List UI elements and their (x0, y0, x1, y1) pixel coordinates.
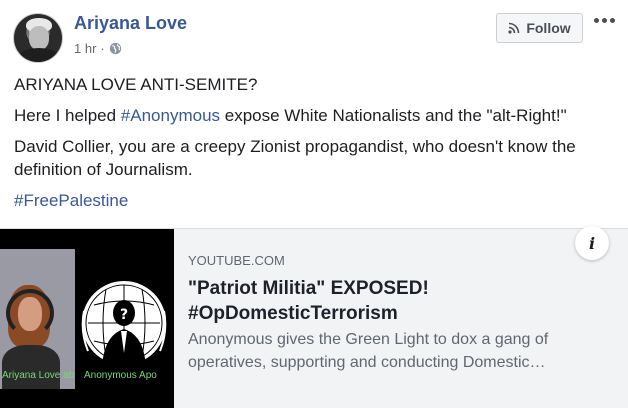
link-title[interactable]: "Patriot Militia" EXPOSED! #OpDomesticTe… (188, 276, 588, 326)
avatar-face (29, 26, 49, 50)
info-icon[interactable]: i (575, 226, 609, 260)
headset-icon (6, 289, 54, 337)
more-dot (601, 17, 607, 23)
timestamp[interactable]: 1 hr (74, 41, 96, 56)
post-line-2: Here I helped #Anonymous expose White Na… (14, 104, 614, 127)
meta-separator: · (100, 41, 105, 56)
post-line-2-before: Here I helped (14, 106, 121, 125)
follow-button[interactable]: Follow (496, 13, 583, 43)
anonymous-logo-icon: ? (81, 281, 167, 367)
rss-icon (508, 22, 520, 34)
post-line-3: David Collier, you are a creepy Zionist … (14, 137, 576, 179)
globe-icon (109, 42, 121, 55)
avatar[interactable] (13, 13, 63, 63)
post-header: Ariyana Love 1 hr · Follow (0, 0, 628, 70)
post-line-1: ARIYANA LOVE ANTI-SEMITE? (14, 75, 258, 94)
link-domain: YOUTUBE.COM (188, 253, 285, 268)
author-name[interactable]: Ariyana Love (74, 13, 187, 34)
thumbnail-caption-left: Ariyana Love ab (2, 370, 75, 381)
webcam-inset (0, 249, 75, 389)
avatar-suit (18, 48, 60, 62)
link-preview-card[interactable]: ? Ariyana Love ab Anonymous Apo YOUTUBE.… (0, 228, 628, 408)
thumbnail-caption-right: Anonymous Apo (84, 370, 157, 381)
video-thumbnail[interactable]: ? Ariyana Love ab Anonymous Apo (0, 229, 174, 408)
more-dot (593, 17, 599, 23)
more-dot (609, 17, 615, 23)
link-description: Anonymous gives the Green Light to dox a… (188, 331, 549, 371)
more-options-icon[interactable] (592, 12, 616, 28)
post-line-2-after: expose White Nationalists and the "alt-R… (220, 106, 567, 125)
post-meta: 1 hr · (74, 41, 122, 56)
follow-label: Follow (526, 20, 571, 36)
thumbnail-caption: Ariyana Love ab Anonymous Apo (0, 370, 174, 386)
hashtag-freepalestine[interactable]: #FreePalestine (14, 189, 614, 212)
post-body: ARIYANA LOVE ANTI-SEMITE? Here I helped … (14, 73, 614, 220)
hashtag-anonymous[interactable]: #Anonymous (121, 106, 220, 125)
svg-text:?: ? (120, 307, 128, 323)
